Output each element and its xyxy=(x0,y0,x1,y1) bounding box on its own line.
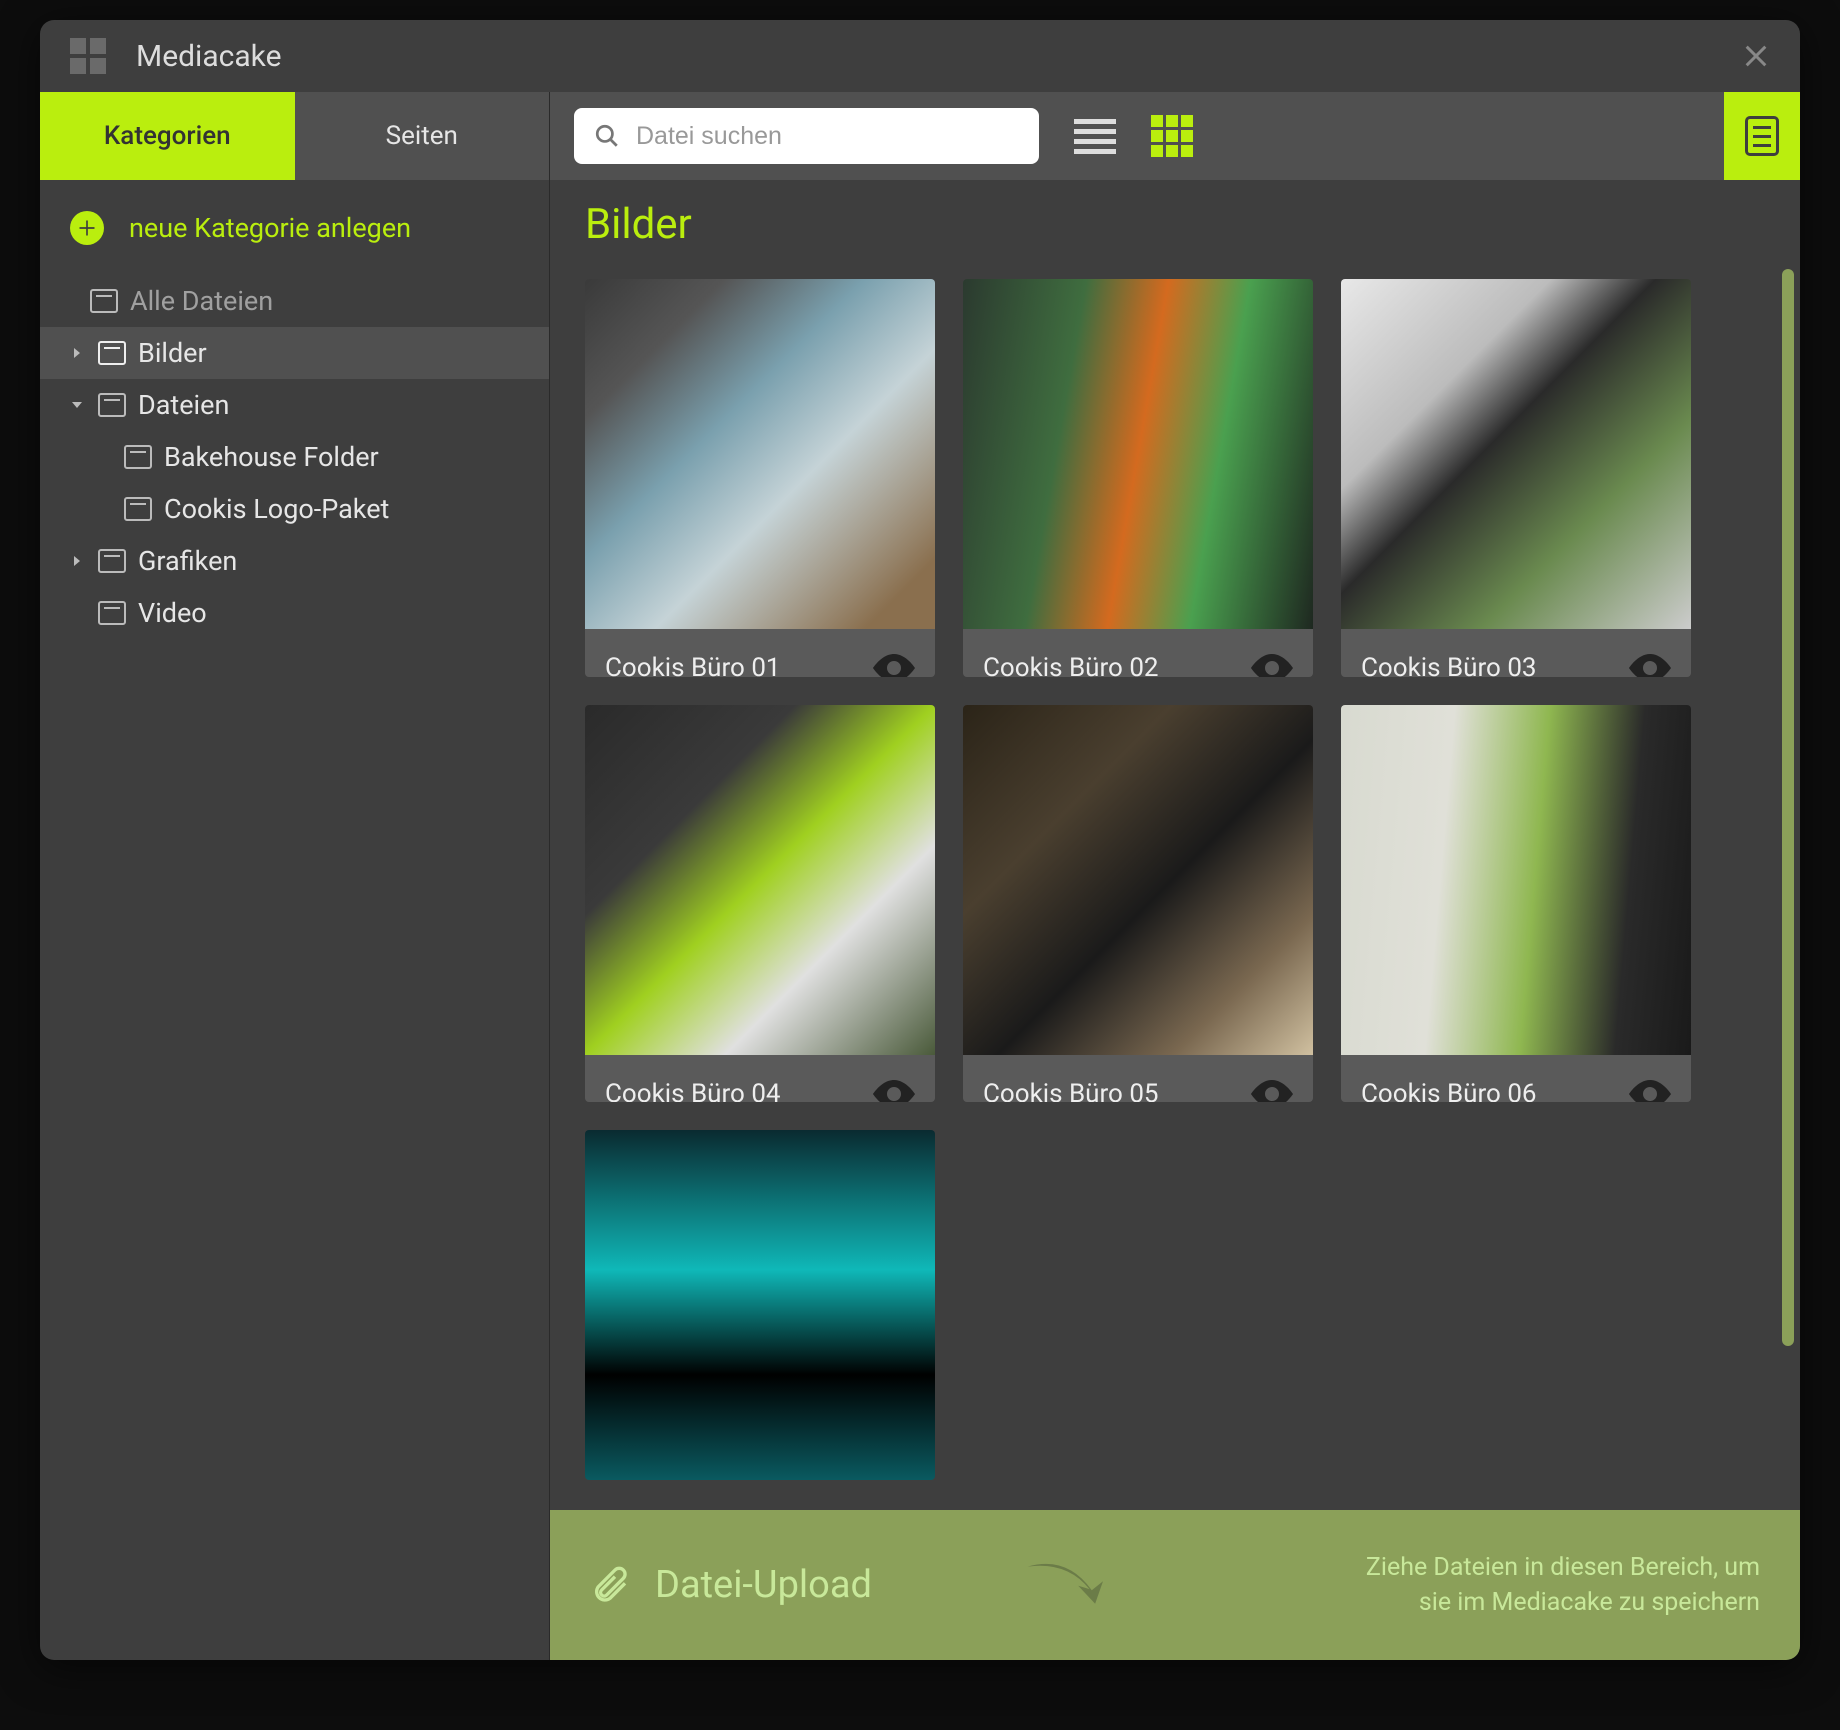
tab-categories[interactable]: Kategorien xyxy=(40,92,295,180)
eye-icon[interactable] xyxy=(873,654,915,677)
tree-label: Grafiken xyxy=(138,545,237,577)
card-title: Cookis Büro 01 xyxy=(605,653,781,677)
sidebar: Kategorien Seiten neue Kategorie anlegen… xyxy=(40,92,550,1660)
tree-label: Video xyxy=(138,597,207,629)
scrollbar-thumb[interactable] xyxy=(1782,269,1794,1346)
upload-label: Datei-Upload xyxy=(655,1563,872,1607)
upload-dropzone[interactable]: Datei-Upload Ziehe Dateien in diesen Ber… xyxy=(550,1510,1800,1660)
eye-icon[interactable] xyxy=(873,1080,915,1103)
thumbnail xyxy=(963,279,1313,629)
titlebar: Mediacake xyxy=(40,20,1800,92)
curved-arrow-icon xyxy=(1022,1561,1112,1610)
caption: Cookis Büro 01 xyxy=(585,629,935,677)
media-card[interactable]: Cookis Büro 01 xyxy=(585,279,935,677)
new-category-label: neue Kategorie anlegen xyxy=(129,212,411,244)
caption: Cookis Büro 05 xyxy=(963,1055,1313,1103)
gallery[interactable]: Cookis Büro 01 Cookis Büro 02 xyxy=(550,259,1800,1660)
tree-label: Bilder xyxy=(138,337,207,369)
paperclip-icon xyxy=(590,1565,630,1605)
new-category-button[interactable]: neue Kategorie anlegen xyxy=(40,180,549,275)
thumbnail xyxy=(963,705,1313,1055)
page-title: Bilder xyxy=(585,200,1765,249)
app-title: Mediacake xyxy=(136,39,281,74)
chevron-down-icon[interactable] xyxy=(68,396,86,414)
tree-item-grafiken[interactable]: Grafiken xyxy=(40,535,549,587)
tree-item-bilder[interactable]: Bilder xyxy=(40,327,549,379)
media-card[interactable] xyxy=(585,1130,935,1480)
folder-icon xyxy=(98,341,126,365)
app-grid-icon[interactable] xyxy=(70,38,106,74)
caption: Cookis Büro 06 xyxy=(1341,1055,1691,1103)
folder-icon xyxy=(98,393,126,417)
app-window: Mediacake Kategorien Seiten neue Kategor… xyxy=(40,20,1800,1660)
list-view-button[interactable] xyxy=(1074,119,1116,154)
tree-label: Cookis Logo-Paket xyxy=(164,493,389,525)
tree-item-logopaket[interactable]: Cookis Logo-Paket xyxy=(40,483,549,535)
media-card[interactable]: Cookis Büro 02 xyxy=(963,279,1313,677)
caption: Cookis Büro 02 xyxy=(963,629,1313,677)
eye-icon[interactable] xyxy=(1251,1080,1293,1103)
search-input[interactable] xyxy=(634,121,1019,152)
upload-description: Ziehe Dateien in diesen Bereich, um sie … xyxy=(1366,1550,1760,1620)
tab-pages[interactable]: Seiten xyxy=(295,92,550,180)
thumbnail xyxy=(585,279,935,629)
card-title: Cookis Büro 03 xyxy=(1361,653,1537,677)
folder-icon xyxy=(124,497,152,521)
search-icon xyxy=(594,123,620,149)
plus-icon xyxy=(70,211,104,245)
close-icon[interactable] xyxy=(1742,42,1770,70)
scrollbar[interactable] xyxy=(1782,269,1794,1650)
eye-icon[interactable] xyxy=(1251,654,1293,677)
folder-icon xyxy=(98,601,126,625)
thumbnail xyxy=(585,1130,935,1480)
folder-icon xyxy=(98,549,126,573)
media-card[interactable]: Cookis Büro 06 xyxy=(1341,705,1691,1103)
card-title: Cookis Büro 04 xyxy=(605,1079,781,1103)
list-icon xyxy=(1074,119,1116,154)
grid-icon xyxy=(1151,115,1193,157)
chevron-right-icon[interactable] xyxy=(68,552,86,570)
document-icon xyxy=(1745,116,1779,156)
thumbnail xyxy=(585,705,935,1055)
tree-all-files[interactable]: Alle Dateien xyxy=(40,275,549,327)
eye-icon[interactable] xyxy=(1629,654,1671,677)
category-tree: Alle Dateien Bilder Dateien Bakehouse Fo… xyxy=(40,275,549,639)
tree-label: Alle Dateien xyxy=(130,285,273,317)
tree-label: Bakehouse Folder xyxy=(164,441,379,473)
toolbar xyxy=(550,92,1800,180)
titlebar-left: Mediacake xyxy=(70,38,281,74)
tree-label: Dateien xyxy=(138,389,229,421)
search-box[interactable] xyxy=(574,108,1039,164)
card-title: Cookis Büro 02 xyxy=(983,653,1159,677)
tree-item-video[interactable]: Video xyxy=(40,587,549,639)
thumbnail xyxy=(1341,279,1691,629)
sidebar-tabs: Kategorien Seiten xyxy=(40,92,549,180)
main-area: Bilder Cookis Büro 01 Cookis Büro 0 xyxy=(550,92,1800,1660)
chevron-right-icon[interactable] xyxy=(68,344,86,362)
content-header: Bilder xyxy=(550,180,1800,259)
caption: Cookis Büro 03 xyxy=(1341,629,1691,677)
thumbnail xyxy=(1341,705,1691,1055)
media-card[interactable]: Cookis Büro 05 xyxy=(963,705,1313,1103)
media-card[interactable]: Cookis Büro 03 xyxy=(1341,279,1691,677)
eye-icon[interactable] xyxy=(1629,1080,1671,1103)
caption: Cookis Büro 04 xyxy=(585,1055,935,1103)
folder-icon xyxy=(124,445,152,469)
tree-item-bakehouse[interactable]: Bakehouse Folder xyxy=(40,431,549,483)
grid-view-button[interactable] xyxy=(1151,115,1193,157)
tree-item-dateien[interactable]: Dateien xyxy=(40,379,549,431)
card-title: Cookis Büro 05 xyxy=(983,1079,1159,1103)
card-title: Cookis Büro 06 xyxy=(1361,1079,1537,1103)
folder-icon xyxy=(90,289,118,313)
detail-panel-button[interactable] xyxy=(1724,92,1800,180)
media-card[interactable]: Cookis Büro 04 xyxy=(585,705,935,1103)
